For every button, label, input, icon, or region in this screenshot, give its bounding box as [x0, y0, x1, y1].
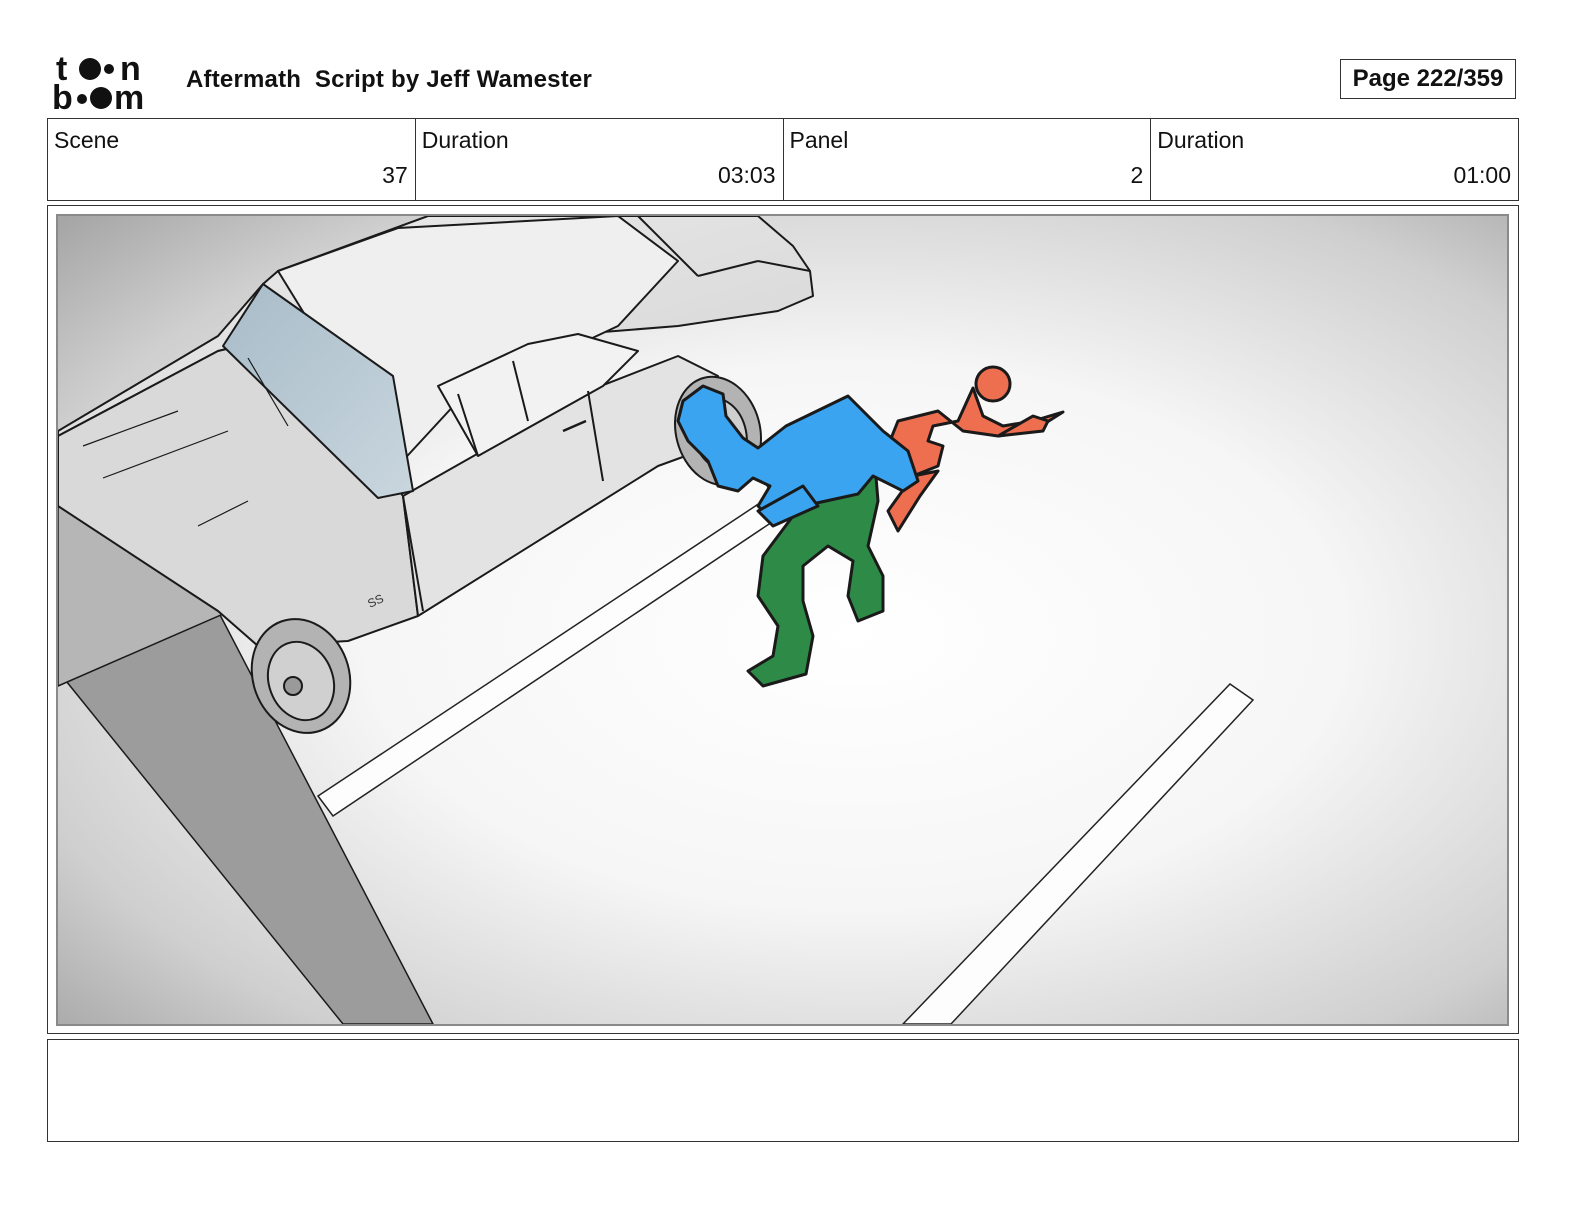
scene-duration-value: 03:03 [717, 162, 776, 188]
panel-value: 2 [1130, 162, 1144, 188]
panel-notes-box [47, 1039, 1519, 1142]
scene-value: 37 [382, 162, 408, 188]
svg-text:m: m [114, 79, 144, 112]
toon-boom-logo: t n b m [52, 50, 164, 117]
document-title: Aftermath Script by Jeff Wamester [186, 66, 593, 93]
svg-text:b: b [52, 79, 73, 112]
panel-label: Panel [789, 127, 849, 153]
panel-duration-value: 01:00 [1453, 162, 1511, 188]
scene-label: Scene [54, 127, 120, 153]
scene-info-row: Scene 37 Duration 03:03 Panel 2 Duration… [47, 118, 1519, 201]
panel-duration-label: Duration [1157, 127, 1245, 153]
page-indicator: Page 222/359 [1340, 59, 1516, 99]
panel-duration-cell: Duration 01:00 [1151, 119, 1518, 200]
scene-duration-cell: Duration 03:03 [416, 119, 784, 200]
scene-duration-label: Duration [421, 127, 509, 153]
scene-cell: Scene 37 [48, 119, 416, 200]
panel-cell: Panel 2 [784, 119, 1152, 200]
storyboard-panel-frame: SS [47, 205, 1519, 1034]
storyboard-panel-image: SS [56, 214, 1509, 1026]
